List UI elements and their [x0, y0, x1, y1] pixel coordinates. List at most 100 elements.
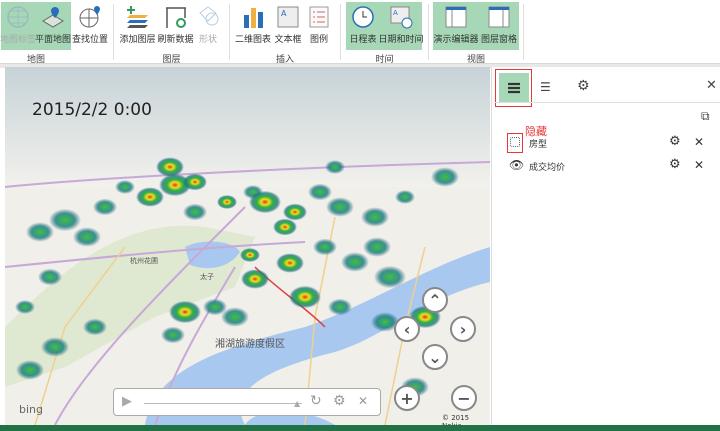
map-label-garden: 杭州花圃	[130, 256, 158, 265]
tour-editor-icon	[444, 5, 468, 29]
clock-icon	[351, 5, 375, 29]
zoom-out-button[interactable]: −	[451, 385, 477, 411]
ribbon: 地图标签 平面地图 查找位置 添加图层 刷新数据 形状 二维图表 A 文本框 图例…	[0, 0, 720, 65]
layer-name: 房型	[529, 140, 548, 150]
timeline-button[interactable]: 日程表	[346, 2, 380, 50]
chart-2d-button[interactable]: 二维图表	[235, 2, 271, 50]
add-layer-button[interactable]: 添加图层	[119, 2, 156, 50]
shapes-icon	[196, 5, 220, 29]
find-location-button[interactable]: 查找位置	[72, 2, 108, 50]
map-labels-button[interactable]: 地图标签	[0, 2, 36, 50]
text-box-icon: A	[276, 5, 300, 29]
rotate-right-button[interactable]: ›	[450, 316, 476, 342]
date-time-icon: A	[389, 5, 413, 29]
time-slider[interactable]	[144, 403, 302, 404]
layer-settings-icon[interactable]: ⚙	[669, 157, 681, 172]
bing-logo: bing	[19, 403, 43, 416]
gear-icon[interactable]: ⚙	[333, 393, 346, 409]
refresh-data-button[interactable]: 刷新数据	[157, 2, 194, 50]
heatmap-blob	[183, 203, 207, 221]
heatmap-blob	[217, 195, 237, 209]
add-layer-icon[interactable]: ⧉	[701, 109, 710, 124]
heatmap-blob	[283, 203, 307, 221]
heatmap-blob	[395, 190, 415, 204]
close-pane-button[interactable]: ✕	[706, 78, 717, 93]
heatmap-blob	[374, 265, 406, 289]
heatmap-blob	[26, 222, 54, 242]
heatmap-blob	[241, 269, 269, 289]
heatmap-blob	[289, 285, 321, 309]
heatmap-blob	[363, 237, 391, 257]
heatmap-blob	[341, 252, 369, 272]
map-label-tai: 太子	[200, 272, 214, 281]
close-icon[interactable]: ✕	[358, 394, 368, 408]
heatmap-blob	[328, 298, 352, 316]
layer-row[interactable]: 房型 ⚙ ✕	[492, 133, 720, 153]
rotate-left-button[interactable]: ‹	[394, 316, 420, 342]
layer-pane-icon	[487, 5, 511, 29]
visibility-hidden-icon[interactable]	[510, 137, 520, 147]
map-datetime: 2015/2/2 0:00	[32, 100, 152, 120]
map-canvas: 湘湖旅游度假区 杭州花圃 太子	[5, 67, 490, 425]
heatmap-blob	[169, 300, 201, 324]
svg-text:A: A	[281, 9, 287, 18]
flat-map-icon	[41, 5, 65, 29]
tilt-up-button[interactable]: ⌃	[422, 287, 448, 313]
heatmap-blob	[136, 187, 164, 207]
heatmap-blob	[249, 190, 281, 214]
heatmap-blob	[221, 307, 249, 327]
heatmap-blob	[15, 300, 35, 314]
tab-field-list[interactable]: ☰	[540, 80, 551, 94]
heatmap-blob	[115, 180, 135, 194]
text-box-button[interactable]: A 文本框	[273, 2, 303, 50]
heatmap-blob	[156, 157, 184, 177]
delete-layer-icon[interactable]: ✕	[694, 158, 704, 172]
heatmap-blob	[38, 268, 62, 286]
layer-pane-button[interactable]: 图层窗格	[479, 2, 519, 50]
heatmap-blob	[240, 248, 260, 262]
heatmap-blob	[49, 208, 81, 232]
refresh-icon	[164, 5, 188, 29]
heatmap-blob	[161, 326, 185, 344]
layer-settings-icon[interactable]: ⚙	[669, 134, 681, 149]
heatmap-blob	[273, 218, 297, 236]
tilt-down-button[interactable]: ⌄	[422, 344, 448, 370]
shapes-dropdown[interactable]: 形状	[195, 2, 221, 50]
tour-editor-button[interactable]: 演示编辑器	[433, 2, 479, 50]
eye-icon[interactable]: 👁	[509, 158, 524, 172]
copyright: © 2015 Nokia	[442, 414, 470, 425]
heatmap-blob	[93, 198, 117, 216]
layers-icon	[508, 82, 520, 94]
globe-pin-icon	[78, 5, 102, 29]
play-icon[interactable]: ▶	[122, 394, 132, 409]
heatmap-blob	[326, 197, 354, 217]
zoom-in-button[interactable]: +	[394, 385, 420, 411]
tab-settings[interactable]: ⚙	[577, 78, 590, 94]
layer-name: 成交均价	[529, 163, 566, 173]
heatmap-blob	[325, 160, 345, 174]
heatmap-blob	[83, 318, 107, 336]
globe-icon	[6, 5, 30, 29]
heatmap-blob	[276, 253, 304, 273]
flat-map-button[interactable]: 平面地图	[35, 2, 71, 50]
heatmap-blob	[308, 183, 332, 201]
slider-handle-icon[interactable]: ▲	[294, 399, 300, 408]
map-view[interactable]: 湘湖旅游度假区 杭州花圃 太子 2015/2/2 0:00 ⌃ ‹ › ⌄ + …	[5, 67, 490, 425]
tour-player: ▶ ▲ ↻ ⚙ ✕	[113, 388, 381, 416]
heatmap-blob	[73, 227, 101, 247]
heatmap-blob	[41, 337, 69, 357]
date-time-button[interactable]: A 日期和时间	[379, 2, 424, 50]
tab-layers[interactable]	[499, 73, 529, 103]
heatmap-blob	[313, 238, 337, 256]
legend-button[interactable]: 图例	[306, 2, 332, 50]
heatmap-blob	[361, 207, 389, 227]
map-label-district: 湘湖旅游度假区	[215, 337, 285, 350]
heatmap-blob	[183, 173, 207, 191]
layer-pane: ☰ ⚙ ✕ ⧉ 隐藏 房型 ⚙ ✕ 👁 成交均价 ⚙ ✕	[491, 67, 720, 425]
heatmap-blob	[431, 167, 459, 187]
bar-chart-icon	[241, 5, 265, 29]
svg-text:A: A	[393, 9, 398, 17]
loop-icon[interactable]: ↻	[310, 393, 322, 409]
delete-layer-icon[interactable]: ✕	[694, 135, 704, 149]
layer-row[interactable]: 👁 成交均价 ⚙ ✕	[492, 156, 720, 176]
